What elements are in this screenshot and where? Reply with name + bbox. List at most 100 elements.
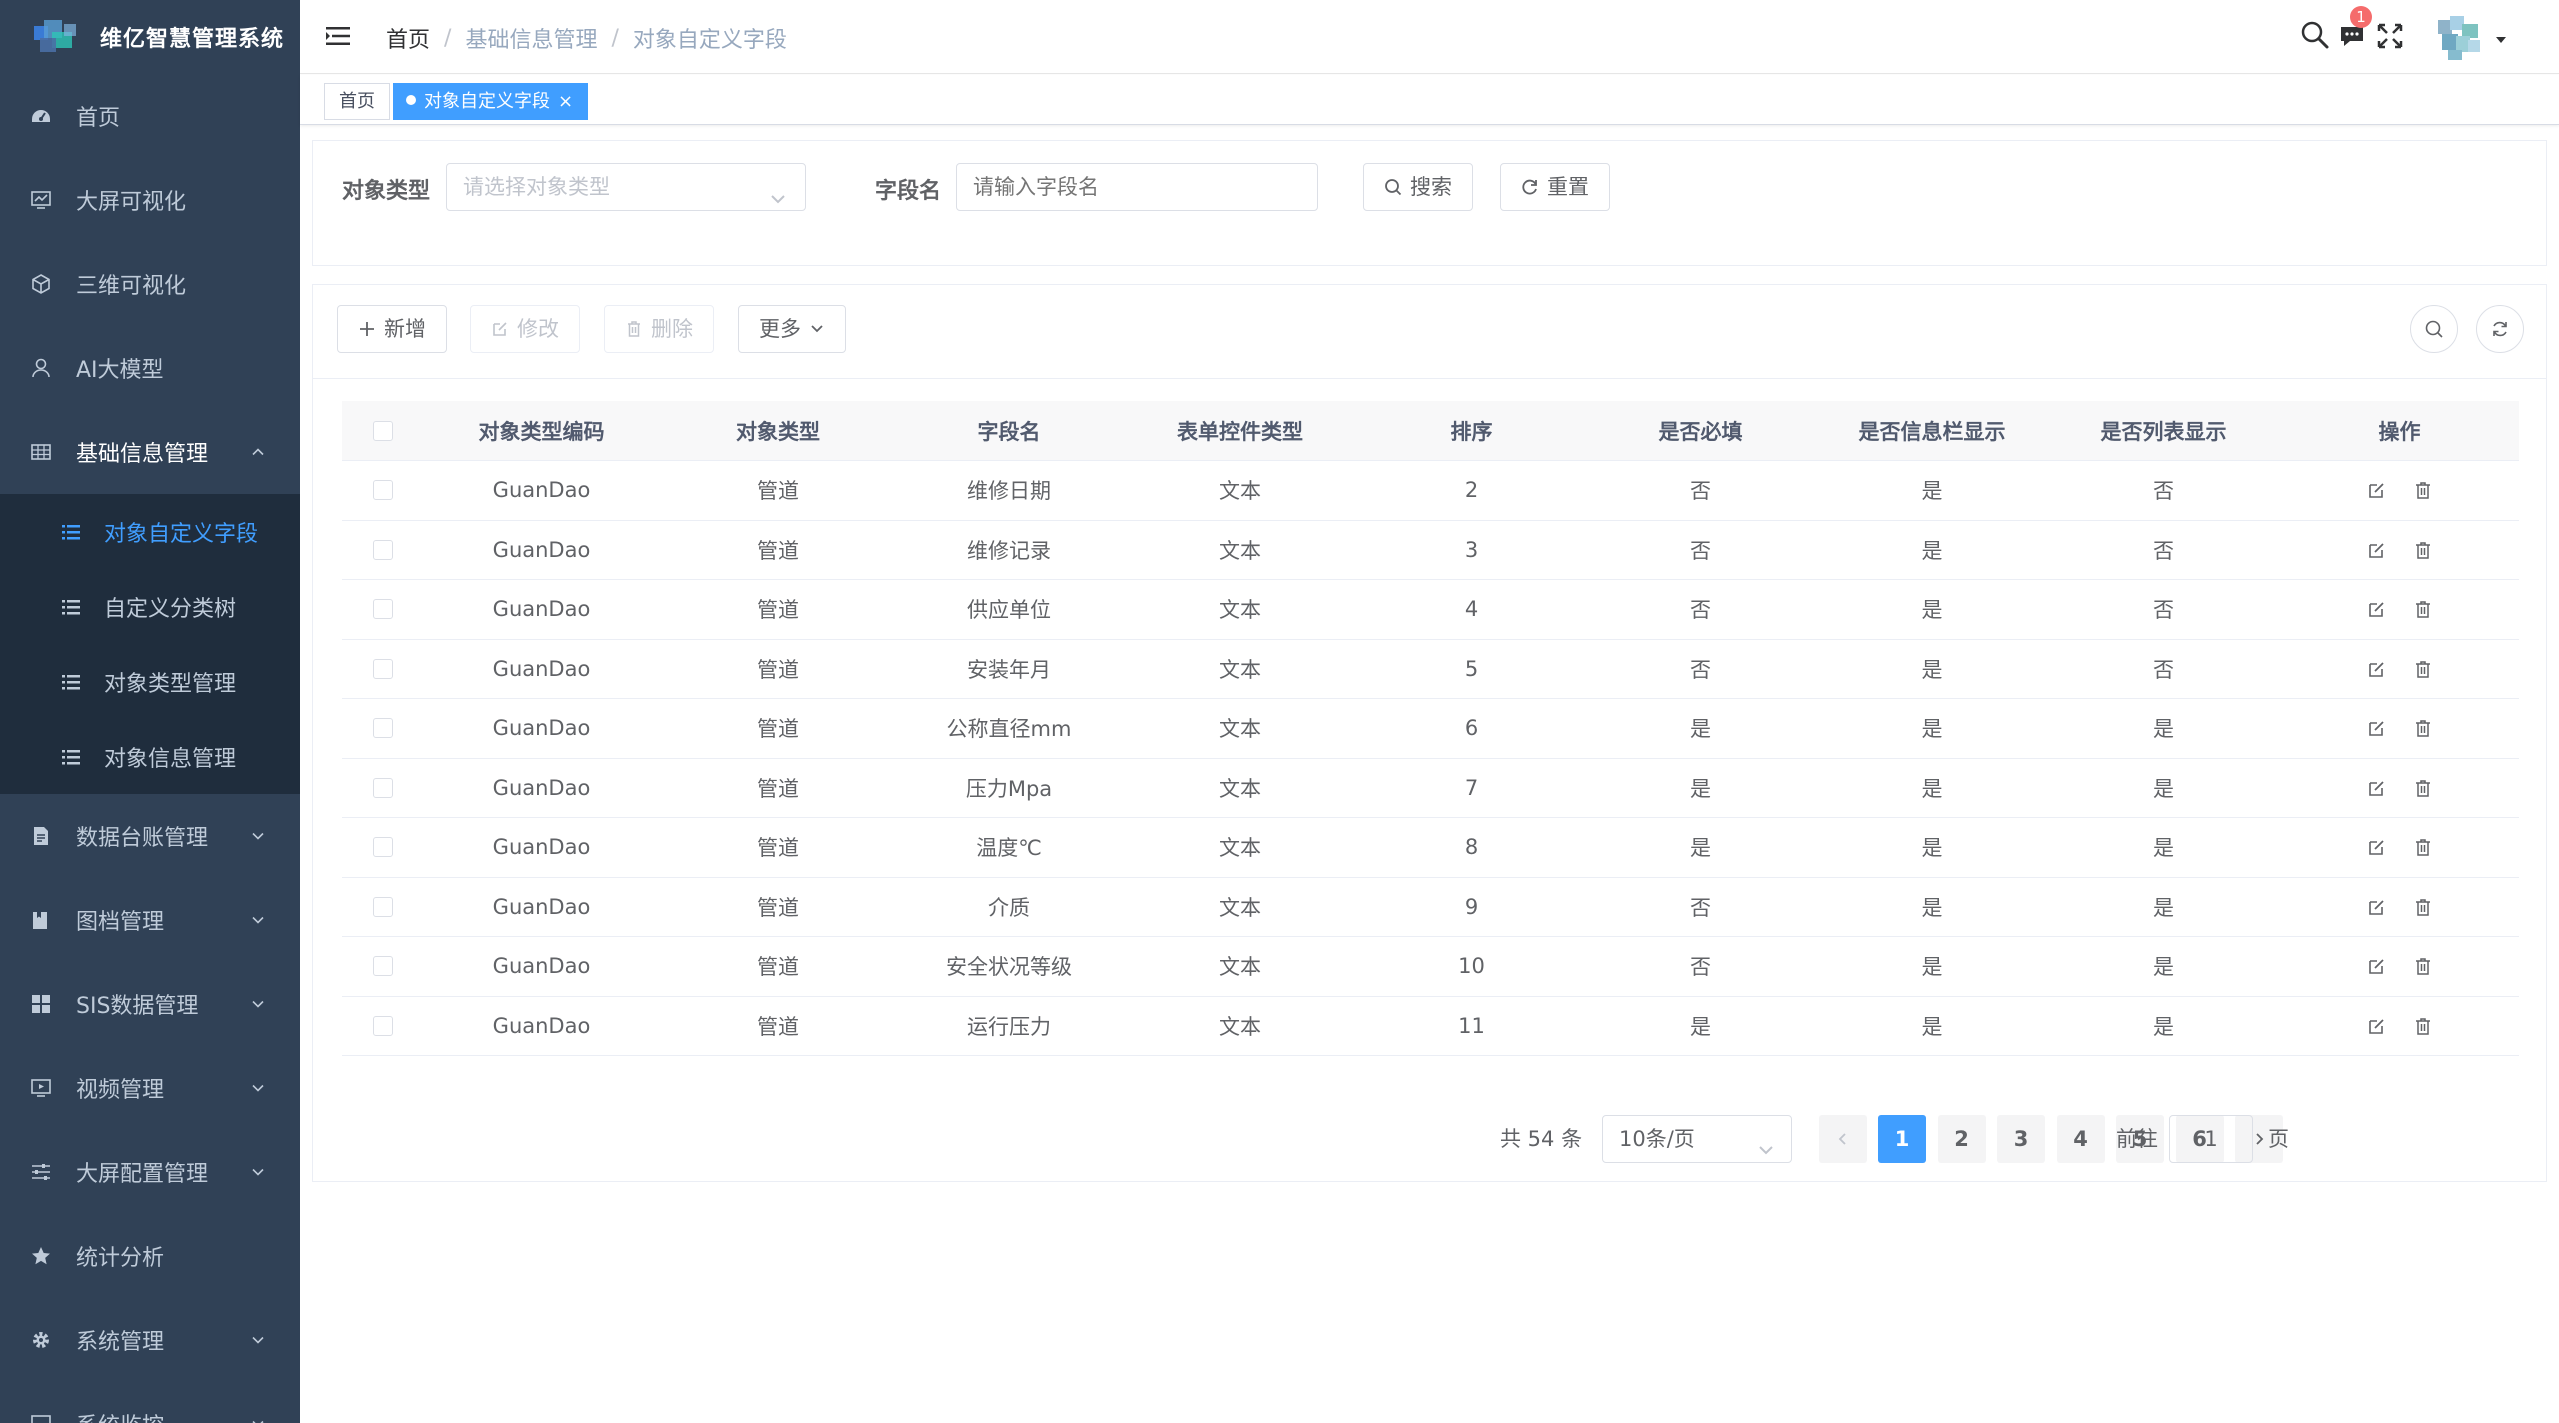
submenu-item[interactable]: 对象类型管理 — [0, 644, 300, 719]
trash-icon[interactable] — [2413, 540, 2433, 560]
edit-icon[interactable] — [2367, 837, 2387, 857]
table-row[interactable]: GuanDao 管道 温度℃ 文本 8 是 是 是 — [342, 818, 2519, 878]
sidebar-item[interactable]: SIS数据管理 — [0, 962, 300, 1046]
sidebar-item[interactable]: 首页 — [0, 74, 300, 158]
trash-icon[interactable] — [2413, 659, 2433, 679]
row-checkbox[interactable] — [373, 539, 393, 560]
goto-page-input[interactable]: 1 — [2169, 1115, 2253, 1163]
row-checkbox[interactable] — [373, 658, 393, 679]
table-row[interactable]: GuanDao 管道 维修日期 文本 2 否 是 否 — [342, 461, 2519, 521]
edit-icon[interactable] — [2367, 480, 2387, 500]
sidebar-item[interactable]: 三维可视化 — [0, 242, 300, 326]
trash-icon[interactable] — [2413, 897, 2433, 917]
table-cell: 是 — [1690, 836, 1711, 861]
table-cell: 管道 — [757, 895, 799, 920]
edit-icon[interactable] — [2367, 718, 2387, 738]
page-size-select[interactable]: 10条/页 — [1602, 1115, 1792, 1163]
page-button[interactable]: 2 — [1937, 1115, 1986, 1163]
edit-icon[interactable] — [2367, 599, 2387, 619]
prev-page-button[interactable] — [1819, 1115, 1867, 1163]
trash-icon[interactable] — [2413, 599, 2433, 619]
tag-close-icon[interactable]: × — [558, 91, 573, 112]
row-checkbox[interactable] — [373, 1015, 393, 1036]
reset-button[interactable]: 重置 — [1500, 163, 1610, 211]
table-row[interactable]: GuanDao 管道 压力Mpa 文本 7 是 是 是 — [342, 759, 2519, 818]
tag-current[interactable]: 对象自定义字段 × — [393, 83, 589, 120]
trash-icon[interactable] — [2413, 480, 2433, 500]
chevron-down-icon — [246, 1160, 270, 1184]
submenu-item[interactable]: 对象自定义字段 — [0, 494, 300, 569]
trash-icon[interactable] — [2413, 1016, 2433, 1036]
table-cell: 是 — [2153, 895, 2174, 920]
sliders-icon — [28, 1159, 54, 1185]
sidebar-item[interactable]: 视频管理 — [0, 1046, 300, 1130]
table-row[interactable]: GuanDao 管道 维修记录 文本 3 否 是 否 — [342, 521, 2519, 580]
user-avatar[interactable] — [2434, 14, 2486, 62]
add-button[interactable]: 新增 — [337, 305, 447, 353]
search-button[interactable]: 搜索 — [1363, 163, 1473, 211]
trash-icon[interactable] — [2413, 778, 2433, 798]
refresh-table-button[interactable] — [2476, 305, 2524, 353]
edit-button[interactable]: 修改 — [470, 305, 580, 353]
page-button[interactable]: 1 — [1878, 1115, 1926, 1163]
delete-button[interactable]: 删除 — [604, 305, 714, 353]
table-row[interactable]: GuanDao 管道 公称直径mm 文本 6 是 是 是 — [342, 699, 2519, 759]
row-checkbox[interactable] — [373, 718, 393, 739]
field-name-input[interactable] — [956, 163, 1318, 211]
column-header: 是否信息栏显示 — [1858, 419, 2006, 444]
page-button[interactable]: 4 — [2056, 1115, 2105, 1163]
column-header: 是否必填 — [1658, 419, 1743, 444]
table-cell: GuanDao — [492, 835, 591, 860]
app-logo: 维亿智慧管理系统 — [0, 0, 300, 74]
edit-icon[interactable] — [2367, 956, 2387, 976]
toggle-search-button[interactable] — [2410, 305, 2458, 353]
hamburger-icon[interactable] — [324, 22, 352, 50]
tag-home[interactable]: 首页 — [324, 83, 390, 120]
sidebar-item[interactable]: 数据台账管理 — [0, 794, 300, 878]
row-checkbox[interactable] — [373, 777, 393, 798]
monitor-chart-icon — [28, 187, 54, 213]
table-row[interactable]: GuanDao 管道 介质 文本 9 否 是 是 — [342, 878, 2519, 937]
row-checkbox[interactable] — [373, 837, 393, 858]
submenu-item[interactable]: 自定义分类树 — [0, 569, 300, 644]
table-cell: 11 — [1458, 1013, 1485, 1038]
sidebar-item[interactable]: 系统管理 — [0, 1298, 300, 1382]
table-row[interactable]: GuanDao 管道 运行压力 文本 11 是 是 是 — [342, 997, 2519, 1056]
search-icon[interactable] — [2300, 20, 2332, 52]
object-type-select[interactable]: 请选择对象类型 — [446, 163, 806, 211]
submenu-item[interactable]: 对象信息管理 — [0, 719, 300, 794]
sidebar-item[interactable]: 系统监控 — [0, 1382, 300, 1423]
page-button[interactable]: 3 — [1997, 1115, 2045, 1163]
more-button[interactable]: 更多 — [738, 305, 846, 353]
row-checkbox[interactable] — [373, 599, 393, 620]
sidebar-item[interactable]: AI大模型 — [0, 326, 300, 410]
select-all-checkbox[interactable] — [373, 420, 393, 441]
message-icon[interactable]: 1 — [2338, 6, 2372, 52]
table-row[interactable]: GuanDao 管道 安全状况等级 文本 10 否 是 是 — [342, 937, 2519, 997]
edit-icon[interactable] — [2367, 540, 2387, 560]
table-row[interactable]: GuanDao 管道 供应单位 文本 4 否 是 否 — [342, 580, 2519, 640]
trash-icon[interactable] — [2413, 718, 2433, 738]
edit-icon[interactable] — [2367, 897, 2387, 917]
trash-icon[interactable] — [2413, 837, 2433, 857]
fullscreen-icon[interactable] — [2376, 20, 2408, 52]
row-checkbox[interactable] — [373, 956, 393, 977]
breadcrumb-home[interactable]: 首页 — [386, 22, 430, 54]
row-checkbox[interactable] — [373, 896, 393, 917]
submenu-item-label: 对象类型管理 — [104, 671, 237, 697]
sidebar-item[interactable]: 图档管理 — [0, 878, 300, 962]
row-checkbox[interactable] — [373, 480, 393, 501]
edit-icon[interactable] — [2367, 778, 2387, 798]
sidebar-item[interactable]: 基础信息管理 — [0, 410, 300, 494]
goto-label: 前往 — [2116, 1127, 2158, 1151]
sidebar-item-label: 统计分析 — [76, 1246, 165, 1271]
trash-icon[interactable] — [2413, 956, 2433, 976]
edit-icon[interactable] — [2367, 1016, 2387, 1036]
edit-icon[interactable] — [2367, 659, 2387, 679]
sidebar-item[interactable]: 统计分析 — [0, 1214, 300, 1298]
sidebar-item[interactable]: 大屏配置管理 — [0, 1130, 300, 1214]
submenu: 对象自定义字段 自定义分类树对象类型管理对象信息管理 — [0, 494, 300, 794]
table-row[interactable]: GuanDao 管道 安装年月 文本 5 否 是 否 — [342, 640, 2519, 699]
caret-down-icon[interactable] — [2494, 30, 2508, 44]
sidebar-item[interactable]: 大屏可视化 — [0, 158, 300, 242]
